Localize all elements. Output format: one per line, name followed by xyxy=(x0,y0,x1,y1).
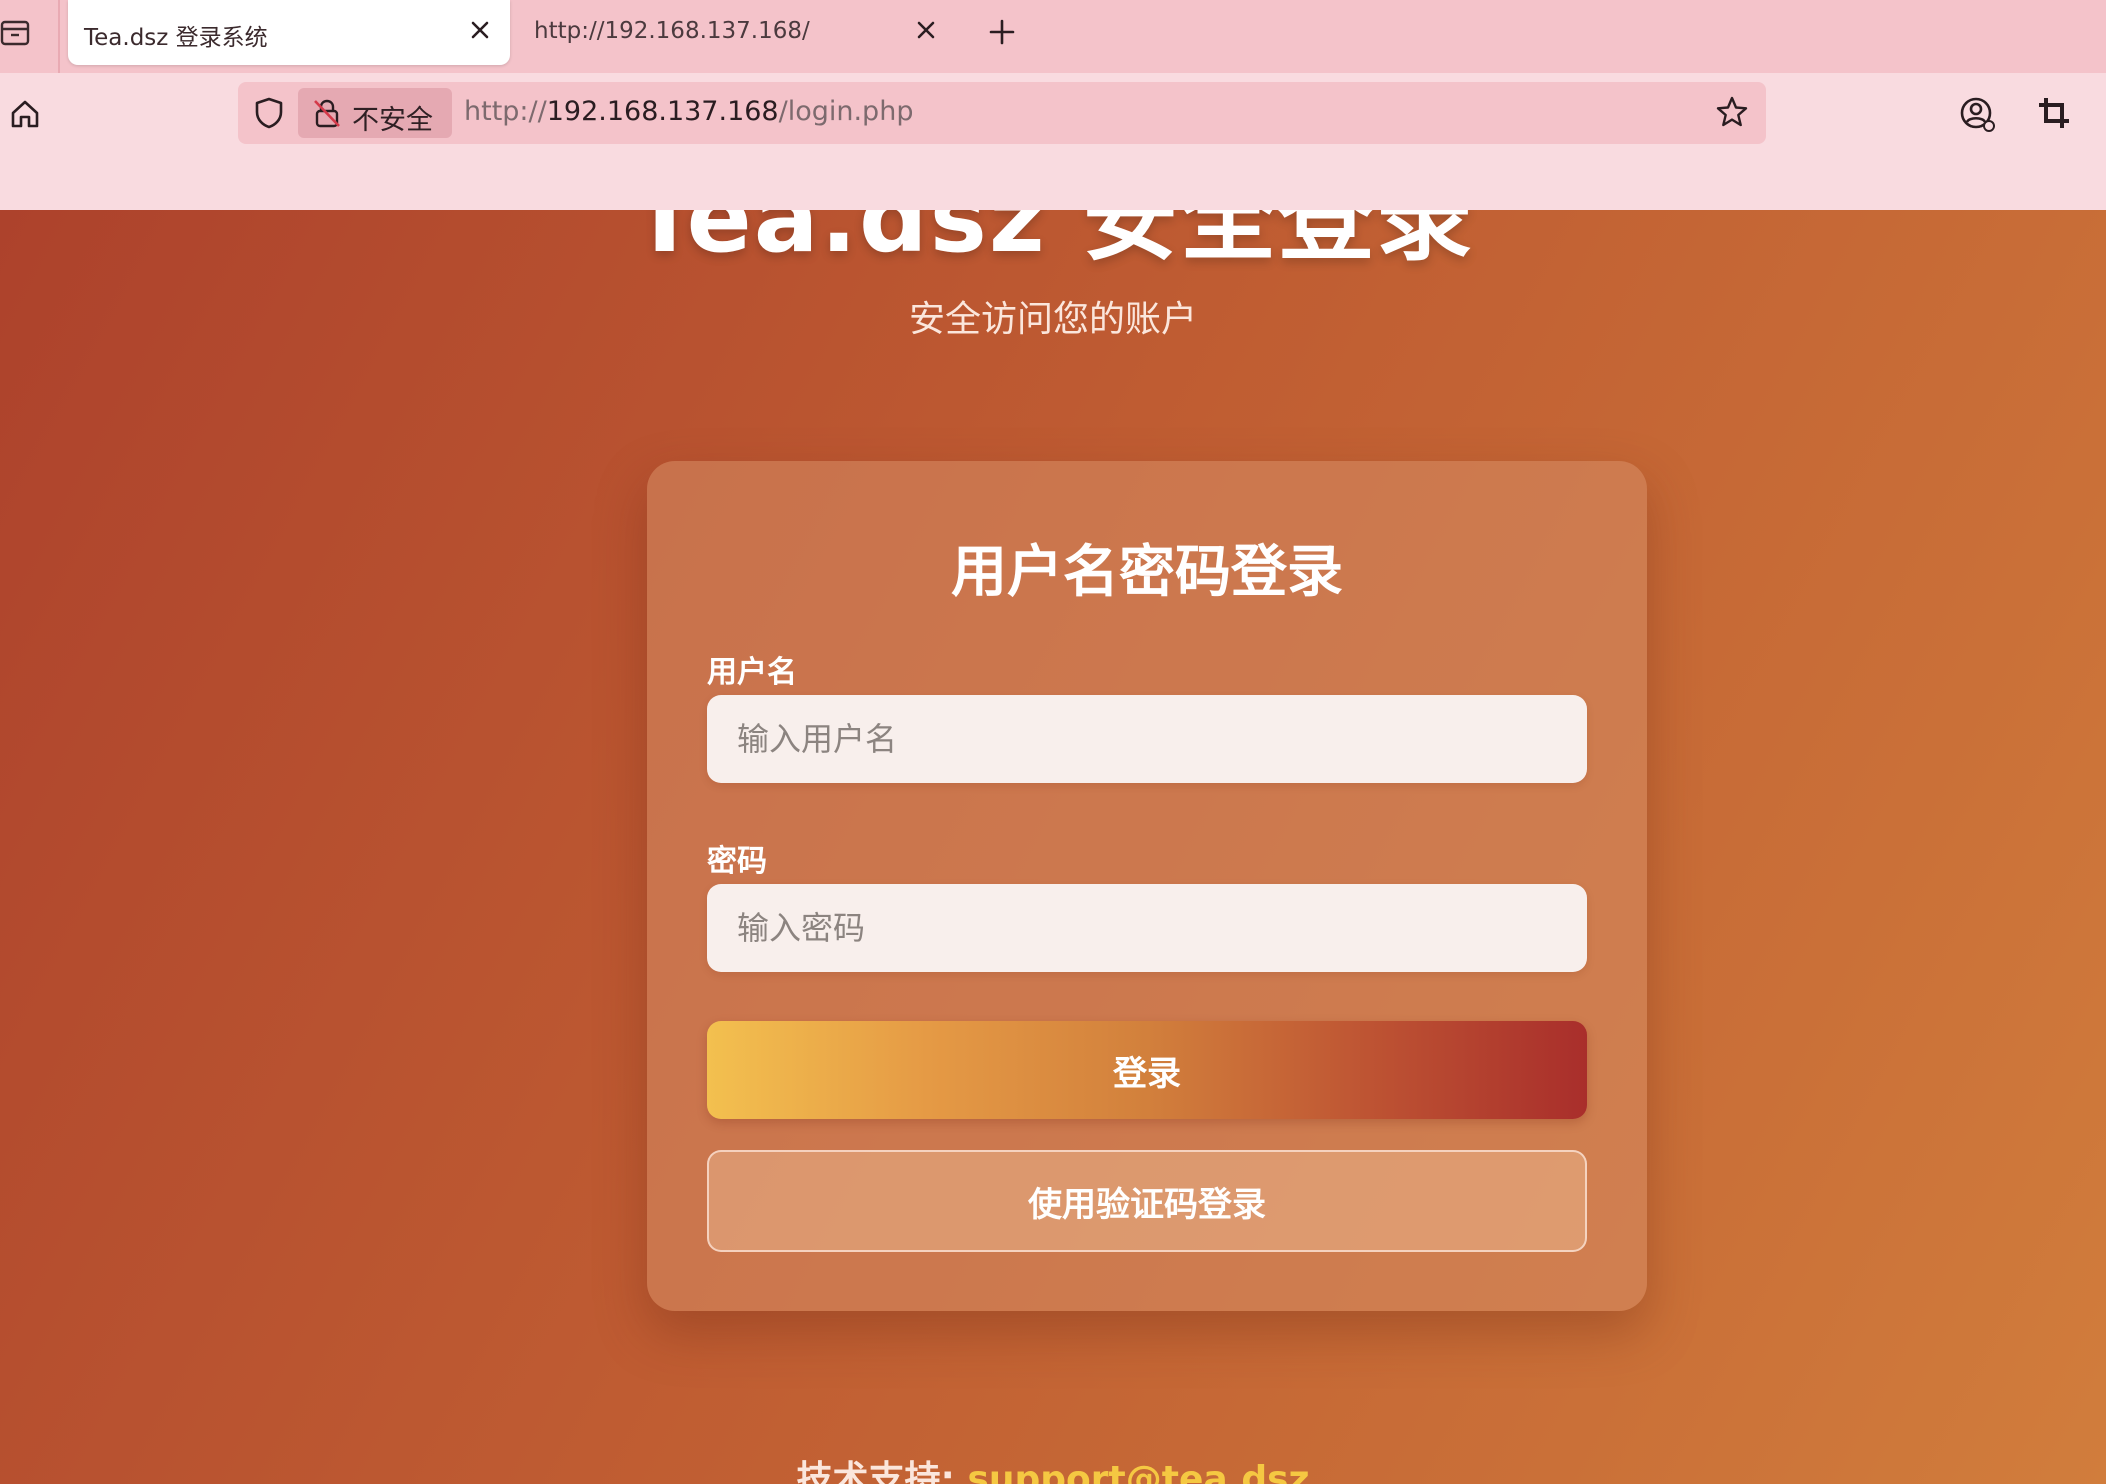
security-label: 不安全 xyxy=(352,105,433,136)
tab-bar: Tea.dsz 登录系统 http://192.168.137.168/ xyxy=(0,0,2106,73)
footer-support: 技术支持: support@tea.dsz xyxy=(0,1450,2106,1484)
crop-icon[interactable] xyxy=(2036,95,2072,131)
site-title: Tea.dsz 安全登录 xyxy=(631,210,1475,274)
plus-icon[interactable] xyxy=(986,16,1018,48)
tab-title: http://192.168.137.168/ xyxy=(534,18,810,44)
password-label: 密码 xyxy=(707,844,767,879)
url-text[interactable]: http://192.168.137.168/login.php xyxy=(464,96,913,127)
tab-overview-icon[interactable] xyxy=(0,12,40,52)
login-card-title: 用户名密码登录 xyxy=(951,540,1343,605)
home-icon[interactable] xyxy=(8,97,42,131)
browser-chrome: Tea.dsz 登录系统 http://192.168.137.168/ 不安全… xyxy=(0,0,2106,210)
support-email-link[interactable]: support@tea.dsz xyxy=(967,1459,1309,1484)
site-subtitle: 安全访问您的账户 xyxy=(908,299,1197,340)
password-input[interactable] xyxy=(707,884,1587,972)
url-scheme: http:// xyxy=(464,96,547,127)
close-icon[interactable] xyxy=(912,16,940,44)
nav-toolbar: 不安全 http://192.168.137.168/login.php xyxy=(0,73,2106,153)
star-icon[interactable] xyxy=(1714,94,1750,130)
code-login-button[interactable]: 使用验证码登录 xyxy=(707,1150,1587,1252)
tab-divider xyxy=(58,0,60,73)
tab-ip-address[interactable]: http://192.168.137.168/ xyxy=(518,0,950,65)
login-card: 用户名密码登录 用户名 密码 登录 使用验证码登录 xyxy=(647,461,1647,1311)
tab-login-system[interactable]: Tea.dsz 登录系统 xyxy=(68,0,510,65)
account-icon[interactable] xyxy=(1958,95,1998,135)
footer-label: 技术支持: xyxy=(796,1459,968,1484)
login-button[interactable]: 登录 xyxy=(707,1021,1587,1119)
username-label: 用户名 xyxy=(707,655,797,690)
shield-icon[interactable] xyxy=(252,96,286,130)
login-page: Tea.dsz 安全登录 安全访问您的账户 用户名密码登录 用户名 密码 登录 … xyxy=(0,210,2106,1484)
username-input[interactable] xyxy=(707,695,1587,783)
url-host: 192.168.137.168 xyxy=(546,96,779,127)
insecure-lock-icon xyxy=(312,98,342,128)
tab-title: Tea.dsz 登录系统 xyxy=(84,25,268,51)
close-icon[interactable] xyxy=(466,16,494,44)
address-bar[interactable]: 不安全 http://192.168.137.168/login.php xyxy=(238,82,1766,144)
url-path: /login.php xyxy=(778,96,914,127)
security-indicator[interactable]: 不安全 xyxy=(298,88,452,138)
